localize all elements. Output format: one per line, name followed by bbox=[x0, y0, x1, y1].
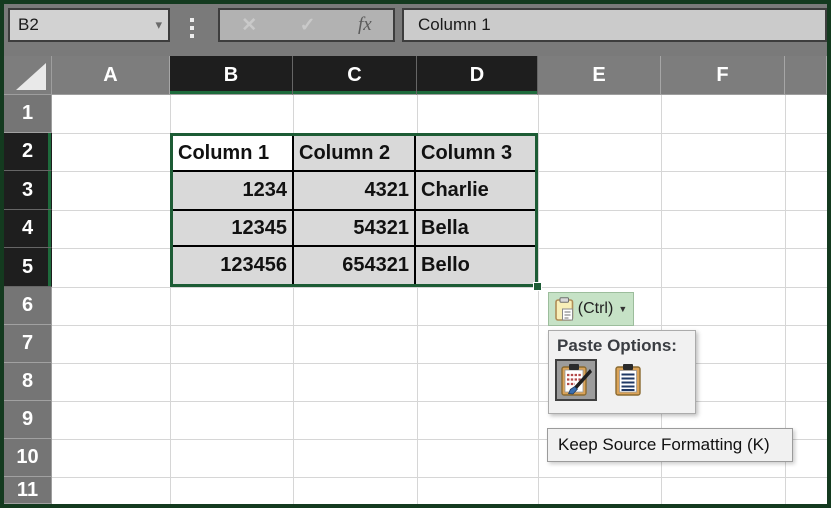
paste-clipboard-option[interactable] bbox=[607, 359, 649, 401]
column-header-partial[interactable] bbox=[785, 56, 827, 95]
row-header-8[interactable]: 8 bbox=[4, 363, 52, 401]
cell-D4[interactable]: Bella bbox=[416, 211, 535, 245]
cell-B5[interactable]: 123456 bbox=[173, 247, 292, 284]
cell-D2[interactable]: Column 3 bbox=[416, 136, 535, 170]
gridline bbox=[52, 325, 827, 326]
name-box[interactable]: B2 ▾ bbox=[8, 8, 170, 42]
row-header-5[interactable]: 5 bbox=[4, 248, 52, 287]
gridline bbox=[52, 477, 827, 478]
tooltip: Keep Source Formatting (K) bbox=[547, 428, 793, 462]
select-all-button[interactable] bbox=[4, 56, 52, 95]
row-header-6[interactable]: 6 bbox=[4, 287, 52, 325]
tooltip-text: Keep Source Formatting (K) bbox=[558, 435, 770, 455]
column-header-D[interactable]: D bbox=[417, 56, 538, 95]
cell-C3[interactable]: 4321 bbox=[294, 172, 414, 209]
row-header-1[interactable]: 1 bbox=[4, 95, 52, 133]
formula-bar-drag-handle-icon bbox=[190, 18, 194, 38]
name-box-dropdown-icon[interactable]: ▾ bbox=[155, 17, 162, 33]
column-header-F[interactable]: F bbox=[661, 56, 785, 95]
gridline bbox=[52, 287, 827, 288]
selected-range-b2-d5[interactable]: Column 1Column 2Column 3 12344321Charlie 1… bbox=[170, 133, 538, 287]
cell-B3[interactable]: 1234 bbox=[173, 172, 292, 209]
keep-source-formatting-icon bbox=[560, 363, 592, 397]
select-all-triangle-icon bbox=[16, 63, 46, 90]
formula-buttons: ✕ ✓ fx bbox=[218, 8, 395, 42]
paste-dropdown-icon: ▼ bbox=[618, 304, 627, 314]
gridline bbox=[52, 363, 827, 364]
column-header-B[interactable]: B bbox=[170, 56, 293, 95]
gridline bbox=[538, 95, 539, 504]
insert-function-icon[interactable]: fx bbox=[358, 14, 372, 36]
paste-options-button[interactable]: (Ctrl) ▼ bbox=[548, 292, 634, 326]
cell-C5[interactable]: 654321 bbox=[294, 247, 414, 284]
paste-clipboard-small-icon bbox=[555, 297, 574, 321]
enter-icon: ✓ bbox=[300, 14, 316, 37]
formula-bar[interactable]: Column 1 bbox=[402, 8, 827, 42]
paste-options-panel: Paste Options: bbox=[548, 330, 696, 414]
cell-C2[interactable]: Column 2 bbox=[294, 136, 414, 170]
cell-B4[interactable]: 12345 bbox=[173, 211, 292, 245]
name-box-value: B2 bbox=[18, 15, 39, 35]
cell-C4[interactable]: 54321 bbox=[294, 211, 414, 245]
column-header-C[interactable]: C bbox=[293, 56, 417, 95]
column-header-E[interactable]: E bbox=[538, 56, 661, 95]
gridline bbox=[52, 401, 827, 402]
cancel-icon: ✕ bbox=[241, 14, 257, 37]
formula-bar-content: Column 1 bbox=[418, 15, 491, 35]
row-header-11[interactable]: 11 bbox=[4, 477, 52, 504]
paste-clipboard-icon bbox=[614, 363, 642, 397]
paste-options-title: Paste Options: bbox=[557, 336, 695, 356]
cell-D3[interactable]: Charlie bbox=[416, 172, 535, 209]
row-header-2[interactable]: 2 bbox=[4, 133, 52, 171]
cell-B2[interactable]: Column 1 bbox=[173, 136, 292, 170]
row-header-7[interactable]: 7 bbox=[4, 325, 52, 363]
row-header-9[interactable]: 9 bbox=[4, 401, 52, 439]
excel-window: B2 ▾ ✕ ✓ fx Column 1 ABCDEF 123456789101… bbox=[0, 0, 831, 508]
fill-handle[interactable] bbox=[533, 282, 542, 291]
row-header-3[interactable]: 3 bbox=[4, 171, 52, 210]
row-header-4[interactable]: 4 bbox=[4, 210, 52, 248]
keep-source-formatting-option[interactable] bbox=[555, 359, 597, 401]
paste-button-label: (Ctrl) bbox=[578, 300, 614, 318]
column-header-A[interactable]: A bbox=[52, 56, 170, 95]
cell-D5[interactable]: Bello bbox=[416, 247, 535, 284]
row-header-10[interactable]: 10 bbox=[4, 439, 52, 477]
